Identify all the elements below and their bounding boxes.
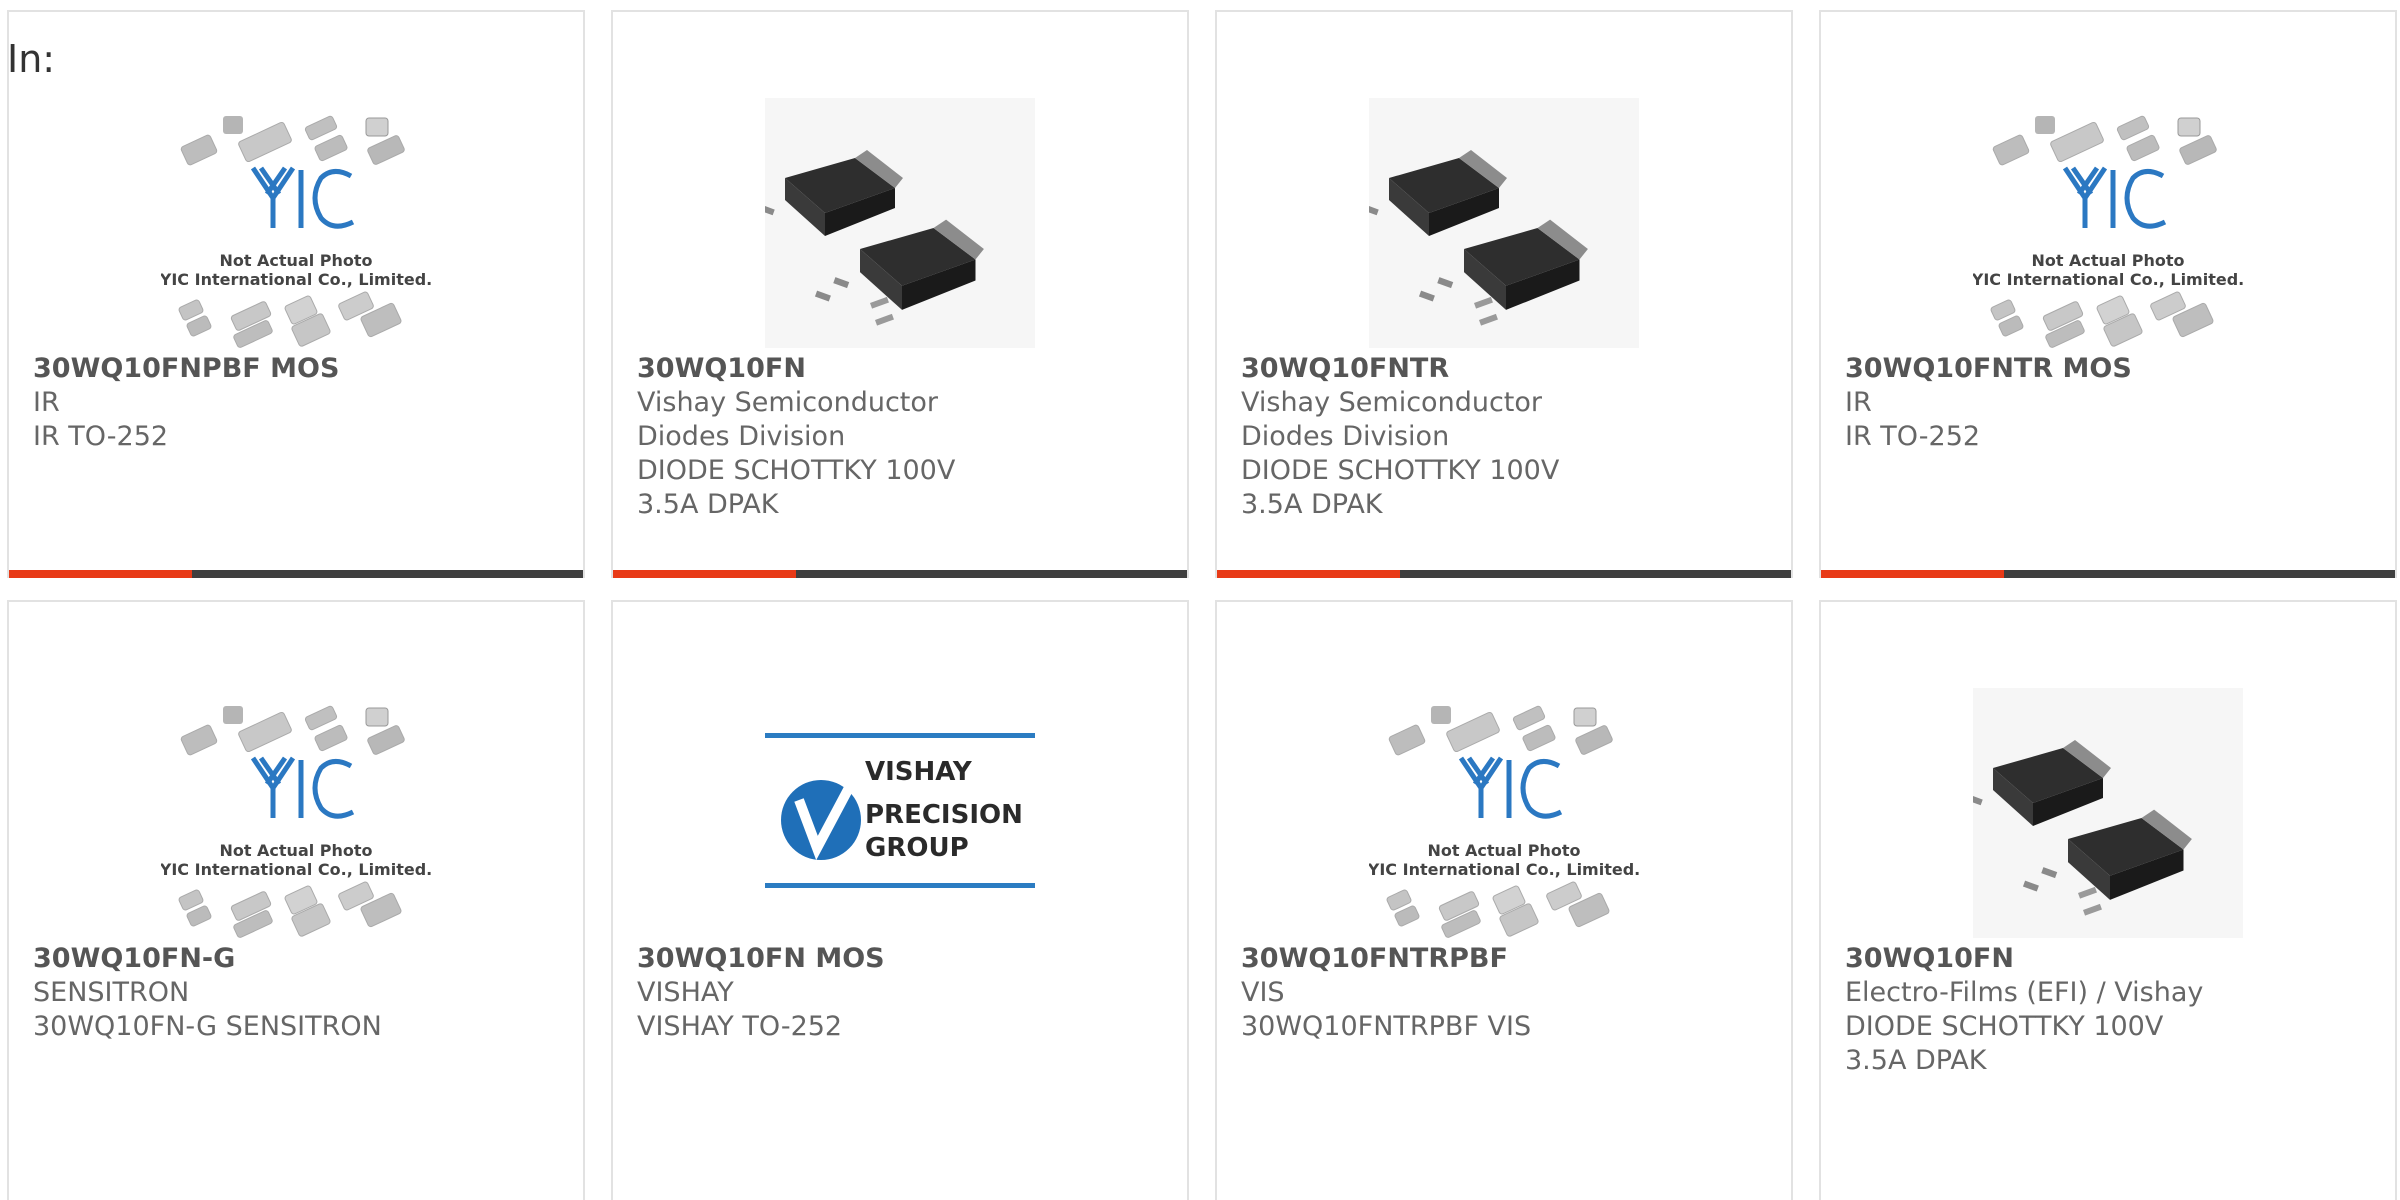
product-card[interactable]: Not Actual Photo YIC International Co., … [7,600,585,1200]
card-accent-bar [613,570,1187,578]
svg-text:YIC International Co., Limited: YIC International Co., Limited. [161,270,431,289]
vishay-logo-icon: VISHAY PRECISION GROUP [765,688,1035,938]
manufacturer: SENSITRON [33,977,190,1008]
product-card[interactable]: Not Actual Photo YIC International Co., … [1215,600,1793,1200]
svg-text:Not Actual Photo: Not Actual Photo [2031,251,2184,270]
description: 30WQ10FNTRPBF VIS [1241,1011,1532,1042]
part-number[interactable]: 30WQ10FNTRPBF [1241,942,1767,976]
product-grid: Not Actual Photo YIC International Co., … [7,10,2400,1200]
dpak-package-icon [1369,98,1639,348]
card-accent-bar [1217,570,1791,578]
svg-text:Not Actual Photo: Not Actual Photo [1427,841,1580,860]
svg-text:YIC International Co., Limited: YIC International Co., Limited. [161,860,431,879]
svg-text:Not Actual Photo: Not Actual Photo [219,841,372,860]
part-number[interactable]: 30WQ10FN [1845,942,2371,976]
manufacturer: Vishay Semiconductor Diodes Division [637,387,938,452]
svg-text:PRECISION: PRECISION [865,800,1023,830]
manufacturer: IR [33,387,60,418]
part-number[interactable]: 30WQ10FN [637,352,1163,386]
svg-text:GROUP: GROUP [865,833,969,863]
description: IR TO-252 [33,421,169,452]
description: DIODE SCHOTTKY 100V 3.5A DPAK [1845,1011,2164,1076]
part-number[interactable]: 30WQ10FNTR [1241,352,1767,386]
description: 30WQ10FN-G SENSITRON [33,1011,382,1042]
svg-text:VISHAY: VISHAY [865,757,973,787]
dpak-package-icon [765,98,1035,348]
description: IR TO-252 [1845,421,1981,452]
card-accent-bar [9,570,583,578]
description: DIODE SCHOTTKY 100V 3.5A DPAK [637,455,956,520]
product-card[interactable]: VISHAY PRECISION GROUP 30WQ10FN MOS VISH… [611,600,1189,1200]
part-number[interactable]: 30WQ10FNPBF MOS [33,352,559,386]
product-card[interactable]: 30WQ10FN Vishay Semiconductor Diodes Div… [611,10,1189,578]
dpak-package-icon [1973,688,2243,938]
description: DIODE SCHOTTKY 100V 3.5A DPAK [1241,455,1560,520]
product-card[interactable]: 30WQ10FN Electro-Films (EFI) / Vishay DI… [1819,600,2397,1200]
yic-placeholder-icon: Not Actual Photo YIC International Co., … [1369,688,1639,938]
filter-in-label: In: [7,37,56,81]
product-card[interactable]: Not Actual Photo YIC International Co., … [1819,10,2397,578]
description: VISHAY TO-252 [637,1011,843,1042]
product-card[interactable]: Not Actual Photo YIC International Co., … [7,10,585,578]
svg-text:YIC International Co., Limited: YIC International Co., Limited. [1973,270,2243,289]
yic-placeholder-icon: Not Actual Photo YIC International Co., … [161,98,431,348]
manufacturer: Vishay Semiconductor Diodes Division [1241,387,1542,452]
svg-text:YIC International Co., Limited: YIC International Co., Limited. [1369,860,1639,879]
svg-text:Not Actual Photo: Not Actual Photo [219,251,372,270]
manufacturer: Electro-Films (EFI) / Vishay [1845,977,2204,1008]
yic-placeholder-icon: Not Actual Photo YIC International Co., … [161,688,431,938]
manufacturer: VIS [1241,977,1285,1008]
yic-placeholder-icon: Not Actual Photo YIC International Co., … [1973,98,2243,348]
part-number[interactable]: 30WQ10FNTR MOS [1845,352,2371,386]
product-card[interactable]: 30WQ10FNTR Vishay Semiconductor Diodes D… [1215,10,1793,578]
manufacturer: IR [1845,387,1872,418]
card-accent-bar [1821,570,2395,578]
part-number[interactable]: 30WQ10FN MOS [637,942,1163,976]
manufacturer: VISHAY [637,977,734,1008]
part-number[interactable]: 30WQ10FN-G [33,942,559,976]
